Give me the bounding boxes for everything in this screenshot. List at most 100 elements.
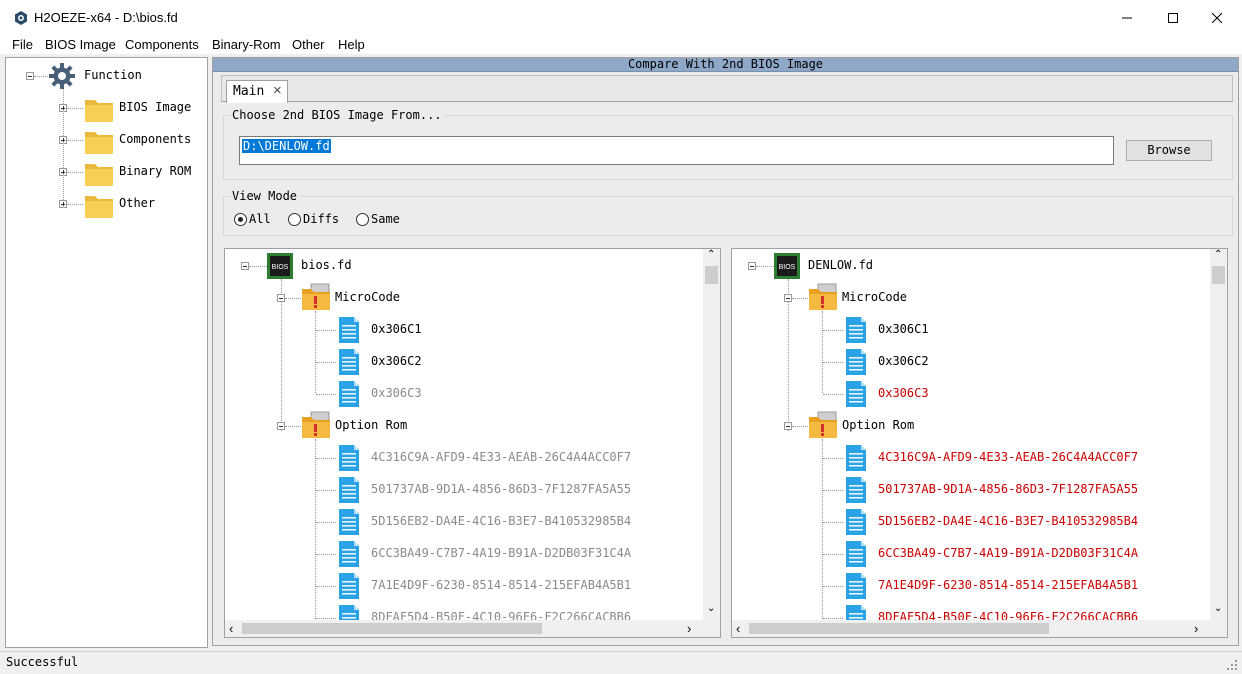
tab-main[interactable]: Main × — [226, 80, 288, 103]
tree-folder-label[interactable]: MicroCode — [842, 290, 907, 304]
vertical-scrollbar[interactable]: ⌃ ⌄ — [1210, 249, 1227, 621]
expand-toggle[interactable] — [59, 200, 67, 208]
collapse-toggle[interactable] — [26, 72, 34, 80]
scroll-up-icon[interactable]: ⌃ — [707, 249, 715, 260]
menu-other[interactable]: Other — [292, 37, 325, 52]
collapse-toggle[interactable] — [241, 262, 249, 270]
collapse-toggle[interactable] — [784, 422, 792, 430]
tree-line — [285, 298, 301, 299]
window-title: H2OEZE-x64 - D:\bios.fd — [34, 10, 178, 25]
tree-leaf-label[interactable]: 501737AB-9D1A-4856-86D3-7F1287FA5A55 — [371, 482, 631, 496]
tree-root-label[interactable]: bios.fd — [301, 258, 352, 272]
expand-toggle[interactable] — [59, 136, 67, 144]
expand-toggle[interactable] — [59, 104, 67, 112]
tree-leaf-label[interactable]: 7A1E4D9F-6230-8514-8514-215EFAB4A5B1 — [371, 578, 631, 592]
collapse-toggle[interactable] — [748, 262, 756, 270]
app-icon — [15, 11, 27, 25]
tree-folder-label[interactable]: Option Rom — [335, 418, 407, 432]
tree-pane-right[interactable]: BIOS DENLOW.fd MicroCode 0x306C1 0x306C2 0x30… — [731, 248, 1228, 638]
collapse-toggle[interactable] — [277, 422, 285, 430]
scroll-thumb[interactable] — [1212, 266, 1225, 284]
document-icon — [339, 349, 359, 375]
expand-toggle[interactable] — [59, 168, 67, 176]
browse-button[interactable]: Browse — [1126, 140, 1212, 161]
horizontal-scrollbar[interactable]: ‹ › — [732, 620, 1227, 637]
tree-leaf-label[interactable]: 0x306C3 — [878, 386, 929, 400]
tree-line — [823, 618, 843, 619]
radio-label: All — [249, 212, 271, 226]
document-icon — [846, 349, 866, 375]
collapse-toggle[interactable] — [784, 294, 792, 302]
gear-icon — [49, 63, 75, 89]
collapse-toggle[interactable] — [277, 294, 285, 302]
tree-leaf-label[interactable]: 0x306C2 — [371, 354, 422, 368]
tree-leaf-label[interactable]: 6CC3BA49-C7B7-4A19-B91A-D2DB03F31C4A — [371, 546, 631, 560]
scroll-right-icon[interactable]: › — [1194, 621, 1198, 636]
tree-line — [823, 458, 843, 459]
tree-leaf-label[interactable]: 0x306C3 — [371, 386, 422, 400]
scroll-thumb[interactable] — [705, 266, 718, 284]
close-button[interactable] — [1194, 0, 1240, 36]
sidebar-item-label: BIOS Image — [119, 100, 192, 114]
maximize-button[interactable] — [1150, 0, 1196, 36]
tree-line — [792, 298, 808, 299]
function-tree: Function BIOS Image Components Binary RO… — [5, 57, 208, 648]
scroll-left-icon[interactable]: ‹ — [229, 621, 233, 636]
tree-line — [67, 172, 83, 173]
tree-leaf-label[interactable]: 7A1E4D9F-6230-8514-8514-215EFAB4A5B1 — [878, 578, 1138, 592]
svg-text:BIOS: BIOS — [779, 264, 796, 271]
menu-binary-rom[interactable]: Binary-Rom — [212, 37, 281, 52]
tree-pane-left[interactable]: BIOS bios.fd MicroCode 0x306C1 0x306C2 0x306C… — [224, 248, 721, 638]
tree-root-label[interactable]: DENLOW.fd — [808, 258, 873, 272]
tree-leaf-label[interactable]: 4C316C9A-AFD9-4E33-AEAB-26C4A4ACC0F7 — [371, 450, 631, 464]
radio-circle[interactable] — [356, 213, 369, 226]
vertical-scrollbar[interactable]: ⌃ ⌄ — [703, 249, 720, 621]
tree-folder-label[interactable]: Option Rom — [842, 418, 914, 432]
tree-root-label[interactable]: Function — [84, 68, 142, 82]
tab-strip: Main × — [221, 75, 1233, 103]
scroll-down-icon[interactable]: ⌄ — [1214, 603, 1222, 614]
group-title: View Mode — [230, 189, 300, 203]
tree-leaf-label[interactable]: 5D156EB2-DA4E-4C16-B3E7-B410532985B4 — [371, 514, 631, 528]
view-mode-group: View Mode All Diffs Same — [223, 189, 1233, 236]
tree-line — [823, 522, 843, 523]
tree-line — [316, 362, 336, 363]
scroll-left-icon[interactable]: ‹ — [736, 621, 740, 636]
tree-leaf-label[interactable]: 5D156EB2-DA4E-4C16-B3E7-B410532985B4 — [878, 514, 1138, 528]
tree-leaf-label[interactable]: 0x306C1 — [878, 322, 929, 336]
tree-line — [823, 330, 843, 331]
folder-icon — [85, 100, 113, 122]
document-icon — [846, 317, 866, 343]
scroll-thumb[interactable] — [242, 623, 542, 634]
scroll-up-icon[interactable]: ⌃ — [1214, 249, 1222, 260]
radio-circle[interactable] — [234, 213, 247, 226]
scroll-thumb[interactable] — [749, 623, 1049, 634]
scroll-right-icon[interactable]: › — [687, 621, 691, 636]
warning-folder-icon — [302, 411, 330, 438]
tree-line — [315, 439, 316, 637]
sidebar-item-label: Binary ROM — [119, 164, 192, 178]
menu-help[interactable]: Help — [338, 37, 365, 52]
menu-bios-image[interactable]: BIOS Image — [45, 37, 116, 52]
document-icon — [846, 509, 866, 535]
tree-leaf-label[interactable]: 4C316C9A-AFD9-4E33-AEAB-26C4A4ACC0F7 — [878, 450, 1138, 464]
tree-leaf-label[interactable]: 501737AB-9D1A-4856-86D3-7F1287FA5A55 — [878, 482, 1138, 496]
menu-components[interactable]: Components — [125, 37, 199, 52]
tree-leaf-label[interactable]: 0x306C2 — [878, 354, 929, 368]
choose-image-group: Choose 2nd BIOS Image From... D:\DENLOW.… — [223, 108, 1233, 180]
tree-line — [792, 426, 808, 427]
tree-line — [316, 330, 336, 331]
horizontal-scrollbar[interactable]: ‹ › — [225, 620, 720, 637]
tree-line — [67, 140, 83, 141]
radio-circle[interactable] — [288, 213, 301, 226]
image-path-field[interactable]: D:\DENLOW.fd — [239, 136, 1114, 165]
tab-close-icon[interactable]: × — [273, 82, 282, 99]
tree-leaf-label[interactable]: 0x306C1 — [371, 322, 422, 336]
menu-file[interactable]: File — [12, 37, 33, 52]
scroll-down-icon[interactable]: ⌄ — [707, 603, 715, 614]
resize-grip-icon[interactable] — [1226, 659, 1238, 671]
tree-folder-label[interactable]: MicroCode — [335, 290, 400, 304]
document-icon — [339, 509, 359, 535]
tree-leaf-label[interactable]: 6CC3BA49-C7B7-4A19-B91A-D2DB03F31C4A — [878, 546, 1138, 560]
minimize-button[interactable] — [1104, 0, 1150, 36]
